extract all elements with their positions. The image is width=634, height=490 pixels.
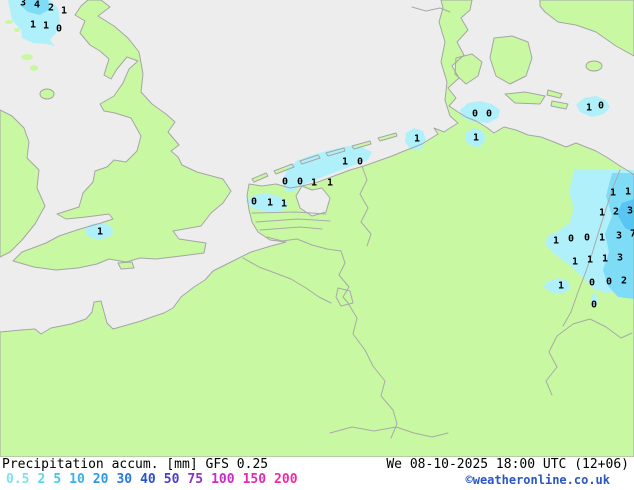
scale-value: 30 (116, 472, 133, 487)
precip-value-label: 1 (266, 197, 274, 209)
precip-value-label: 1 (42, 20, 50, 32)
precip-value-label: 1 (601, 253, 609, 265)
precip-value-label: 0 (356, 156, 364, 168)
scale-value: 40 (140, 472, 156, 487)
precip-value-label: 1 (609, 187, 617, 199)
hebrides-island (14, 28, 20, 32)
precip-value-label: 1 (557, 280, 565, 292)
precip-value-label: 7 (629, 228, 634, 240)
precip-value-label: 0 (583, 232, 591, 244)
scale-value: 150 (242, 472, 267, 487)
precip-value-label: 3 (626, 205, 634, 217)
hebrides-island (5, 20, 13, 24)
precip-value-label: 0 (250, 196, 258, 208)
precip-value-label: 0 (605, 276, 613, 288)
precipitation-map: 3421110101100111010011011123100137111310… (0, 0, 634, 457)
precip-value-label: 1 (29, 19, 37, 31)
precip-value-label: 4 (33, 0, 41, 11)
scale-value: 0.5 (6, 472, 30, 487)
precip-value-label: 1 (585, 102, 593, 114)
precip-value-label: 1 (598, 207, 606, 219)
precip-value-label: 0 (296, 176, 304, 188)
map-title: Precipitation accum. [mm] GFS 0.25 (2, 457, 269, 472)
forecast-datetime: We 08-10-2025 18:00 UTC (12+06) (386, 457, 629, 472)
precip-value-label: 3 (615, 230, 623, 242)
precip-value-label: 1 (598, 232, 606, 244)
precip-value-label: 2 (620, 275, 628, 287)
precip-value-label: 3 (19, 0, 27, 9)
color-scale-legend: 0.5 2 5 10 20 30 40 50 75 100 150 200 (6, 472, 306, 487)
precip-value-label: 1 (472, 132, 480, 144)
precip-value-label: 1 (586, 254, 594, 266)
precip-value-label: 1 (280, 198, 288, 210)
precip-value-label: 0 (471, 108, 479, 120)
scale-value: 5 (53, 472, 62, 487)
precip-value-label: 0 (567, 233, 575, 245)
precip-value-label: 1 (571, 256, 579, 268)
precip-value-label: 0 (597, 100, 605, 112)
map-canvas (0, 0, 634, 457)
precip-value-label: 2 (612, 206, 620, 218)
scale-value: 20 (92, 472, 109, 487)
caption-bar: Precipitation accum. [mm] GFS 0.25 We 08… (0, 457, 634, 490)
precip-value-label: 2 (47, 2, 55, 14)
scale-value: 75 (187, 472, 204, 487)
precip-value-label: 1 (413, 133, 421, 145)
precip-value-label: 0 (281, 176, 289, 188)
precip-value-label: 1 (60, 5, 68, 17)
precip-value-label: 0 (55, 23, 63, 35)
scale-value: 100 (211, 472, 235, 487)
scale-value: 2 (37, 472, 46, 487)
precip-value-label: 1 (310, 177, 318, 189)
precip-value-label: 1 (552, 235, 560, 247)
scale-value: 50 (163, 472, 180, 487)
scale-value: 200 (274, 472, 298, 487)
skye-island (21, 54, 33, 60)
copyright-link[interactable]: ©weatheronline.co.uk (466, 473, 611, 487)
scale-value: 10 (69, 472, 85, 487)
precip-value-label: 1 (96, 226, 104, 238)
precip-value-label: 1 (341, 156, 349, 168)
precip-value-label: 3 (616, 252, 624, 264)
precip-value-label: 0 (588, 277, 596, 289)
precip-value-label: 1 (326, 177, 334, 189)
weather-map-screenshot: 3421110101100111010011011123100137111310… (0, 0, 634, 490)
precip-value-label: 1 (624, 186, 632, 198)
precip-value-label: 0 (485, 108, 493, 120)
precip-value-label: 0 (590, 299, 598, 311)
small-island (30, 65, 38, 71)
